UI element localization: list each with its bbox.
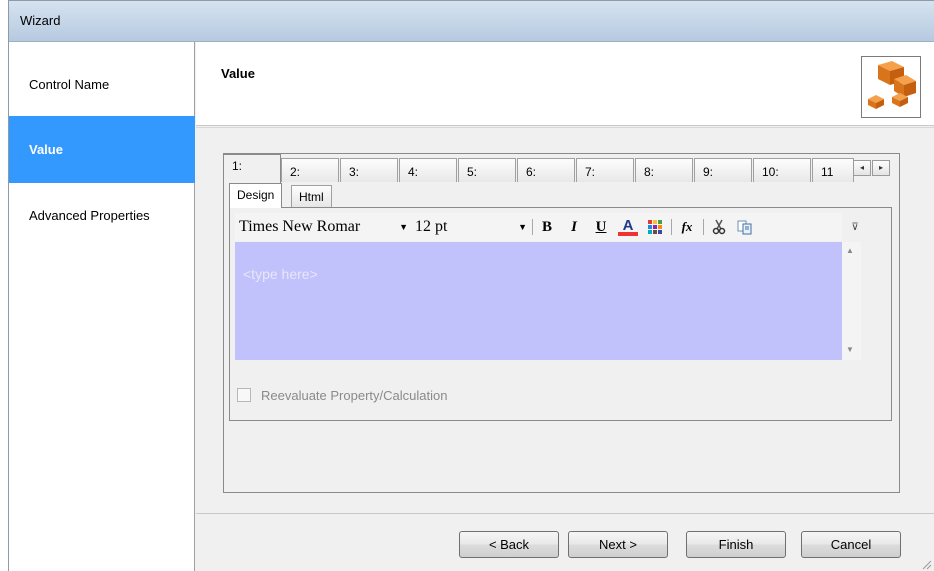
tab-label: 7: — [585, 165, 596, 179]
sidebar-item-label: Control Name — [29, 77, 110, 92]
chevron-down-icon: ▼ — [518, 222, 527, 232]
color-palette-icon[interactable] — [645, 217, 665, 237]
value-tab-2[interactable]: 2: — [281, 158, 339, 182]
page-header: Value — [196, 42, 934, 126]
tab-label: 4: — [408, 165, 419, 179]
design-panel: Times New Romar ▼ 12 pt ▼ B I U A fx ⊽ <… — [229, 207, 892, 421]
value-tab-10[interactable]: 10: — [753, 158, 811, 182]
scroll-down-icon[interactable]: ▼ — [846, 345, 854, 354]
tab-scroll-left-icon[interactable]: ◂ — [853, 160, 871, 176]
value-tab-7[interactable]: 7: — [576, 158, 634, 182]
underline-button[interactable]: U — [591, 217, 611, 237]
value-tab-4[interactable]: 4: — [399, 158, 457, 182]
value-tab-3[interactable]: 3: — [340, 158, 398, 182]
finish-button[interactable]: Finish — [686, 531, 786, 558]
tab-label: 1: — [232, 159, 243, 173]
font-family-value: Times New Romar — [239, 218, 361, 235]
tab-html[interactable]: Html — [291, 185, 332, 207]
back-button[interactable]: < Back — [459, 531, 559, 558]
format-toolbar: Times New Romar ▼ 12 pt ▼ B I U A fx — [235, 213, 842, 241]
value-tab-9[interactable]: 9: — [694, 158, 752, 182]
value-tab-6[interactable]: 6: — [517, 158, 575, 182]
reevaluate-checkbox[interactable] — [237, 388, 251, 402]
tab-label: 10: — [762, 165, 779, 179]
scroll-up-icon[interactable]: ▲ — [846, 246, 854, 255]
resize-grip-icon[interactable] — [920, 558, 932, 570]
wizard-steps-sidebar: Control Name Value Advanced Properties — [9, 42, 195, 571]
chevron-down-icon: ▼ — [399, 222, 408, 232]
sidebar-item-value[interactable]: Value — [9, 116, 195, 183]
editor-placeholder: <type here> — [243, 266, 318, 282]
editor-scrollbar[interactable]: ▲ ▼ — [842, 242, 861, 360]
toolbar-overflow-icon[interactable]: ⊽ — [849, 222, 861, 236]
next-button[interactable]: Next > — [568, 531, 668, 558]
editor-section: Design Html Times New Romar ▼ 12 pt ▼ B … — [229, 183, 892, 443]
font-size-value: 12 pt — [415, 218, 448, 235]
cancel-button[interactable]: Cancel — [801, 531, 901, 558]
toolbar-separator — [532, 219, 533, 235]
value-tab-8[interactable]: 8: — [635, 158, 693, 182]
sidebar-item-label: Advanced Properties — [29, 208, 150, 223]
toolbar-separator — [703, 219, 704, 235]
wizard-window: Wizard Control Name Value Advanced Prope… — [8, 0, 934, 571]
font-family-select[interactable]: Times New Romar ▼ — [235, 216, 410, 238]
function-button[interactable]: fx — [677, 217, 697, 237]
sidebar-item-label: Value — [29, 142, 63, 157]
value-tab-11[interactable]: 11 — [812, 158, 854, 182]
sidebar-item-advanced-properties[interactable]: Advanced Properties — [9, 183, 195, 249]
value-tab-5[interactable]: 5: — [458, 158, 516, 182]
button-bar: < Back Next > Finish Cancel — [196, 513, 934, 571]
tab-label: 9: — [703, 165, 714, 179]
tab-label: 3: — [349, 165, 360, 179]
design-editor-area[interactable]: <type here> — [235, 242, 842, 360]
italic-button[interactable]: I — [564, 217, 584, 237]
font-color-button[interactable]: A — [618, 217, 638, 236]
tab-label: 11 — [821, 165, 834, 179]
reevaluate-label: Reevaluate Property/Calculation — [261, 388, 448, 403]
tab-label: 2: — [290, 165, 301, 179]
value-tab-1[interactable]: 1: — [223, 154, 281, 183]
tab-label: Design — [237, 188, 275, 202]
tab-label: Html — [299, 190, 324, 204]
window-title: Wizard — [20, 13, 61, 28]
orange-cubes-icon — [861, 56, 921, 118]
value-tab-strip: 1: 2: 3: 4: 5: 6: 7: 8: 9: 10: 11 ◂ ▸ — [223, 154, 900, 183]
tab-scroll-right-icon[interactable]: ▸ — [872, 160, 890, 176]
toolbar-separator — [671, 219, 672, 235]
scissors-icon[interactable] — [709, 217, 729, 237]
tab-label: 6: — [526, 165, 537, 179]
page-title: Value — [221, 66, 255, 81]
tab-design[interactable]: Design — [229, 183, 283, 208]
sidebar-item-control-name[interactable]: Control Name — [9, 42, 195, 108]
tab-scroller: ◂ ▸ — [853, 160, 893, 176]
copy-icon[interactable] — [735, 217, 755, 237]
tab-label: 5: — [467, 165, 478, 179]
tab-label: 8: — [644, 165, 655, 179]
bold-button[interactable]: B — [537, 217, 557, 237]
title-bar[interactable]: Wizard — [9, 1, 934, 42]
font-size-select[interactable]: 12 pt ▼ — [411, 216, 529, 238]
